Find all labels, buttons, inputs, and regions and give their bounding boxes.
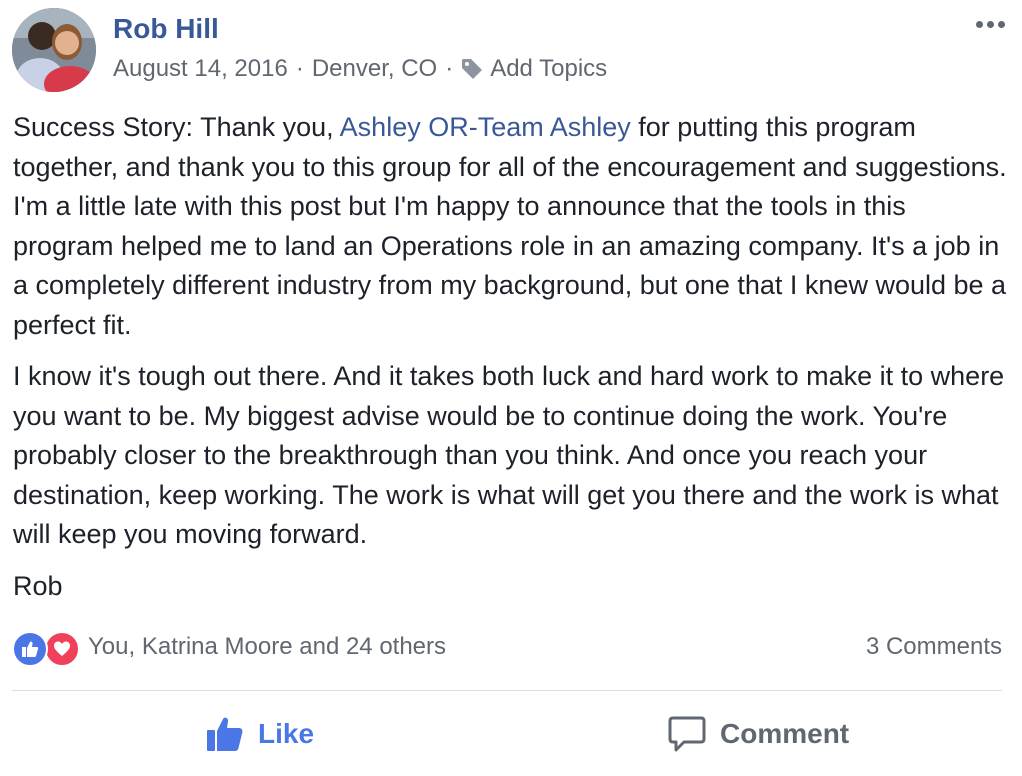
tag-icon xyxy=(462,59,483,79)
like-label: Like xyxy=(258,718,315,749)
reaction-names[interactable]: You, Katrina Moore and 24 others xyxy=(88,632,446,662)
post-signature: Rob xyxy=(13,570,63,601)
mention-link[interactable]: Ashley OR-Team Ashley xyxy=(340,112,631,142)
post-date[interactable]: August 14, 2016 xyxy=(113,54,288,84)
like-button[interactable]: Like xyxy=(206,700,314,768)
post-body: Success Story: Thank you, Ashley OR-Team… xyxy=(13,108,1011,618)
heart-glyph xyxy=(54,641,70,656)
more-options-icon[interactable] xyxy=(970,12,1010,36)
thumbs-up-glyph xyxy=(22,641,39,657)
post-location[interactable]: Denver, CO xyxy=(312,54,437,84)
comments-count-link[interactable]: 3 Comments xyxy=(866,632,1002,662)
post-meta: August 14, 2016 · Denver, CO · Add Topic… xyxy=(113,54,607,84)
speech-bubble-icon xyxy=(668,716,706,752)
paragraph-text: for putting this program together, and t… xyxy=(13,112,1007,340)
add-topics-label: Add Topics xyxy=(490,55,608,82)
dot xyxy=(997,20,1005,28)
avatar-photo xyxy=(12,8,96,92)
reaction-icons[interactable] xyxy=(12,631,82,667)
reactions-summary: You, Katrina Moore and 24 others 3 Comme… xyxy=(12,628,1002,667)
post-actions: Like Comment xyxy=(12,700,1002,768)
author-name[interactable]: Rob Hill xyxy=(113,12,219,46)
divider xyxy=(12,690,1002,691)
avatar[interactable] xyxy=(12,8,96,92)
post-paragraph: Success Story: Thank you, Ashley OR-Team… xyxy=(13,108,1011,345)
dot xyxy=(975,20,983,28)
add-topics-button[interactable]: Add Topics xyxy=(461,54,607,84)
thumbs-up-icon xyxy=(207,717,243,751)
meta-separator: · xyxy=(445,55,454,82)
paragraph-text: Success Story: Thank you, xyxy=(13,112,340,142)
comment-button[interactable]: Comment xyxy=(668,700,849,768)
heart-icon xyxy=(44,631,80,667)
post-paragraph: I know it's tough out there. And it take… xyxy=(13,361,1005,549)
dot xyxy=(986,20,994,28)
comment-label: Comment xyxy=(720,718,850,749)
post-header: Rob Hill August 14, 2016 · Denver, CO · … xyxy=(12,8,1012,92)
thumbs-up-icon xyxy=(12,631,48,667)
post-card: Rob Hill August 14, 2016 · Denver, CO · … xyxy=(0,0,1022,776)
meta-separator: · xyxy=(295,55,304,82)
